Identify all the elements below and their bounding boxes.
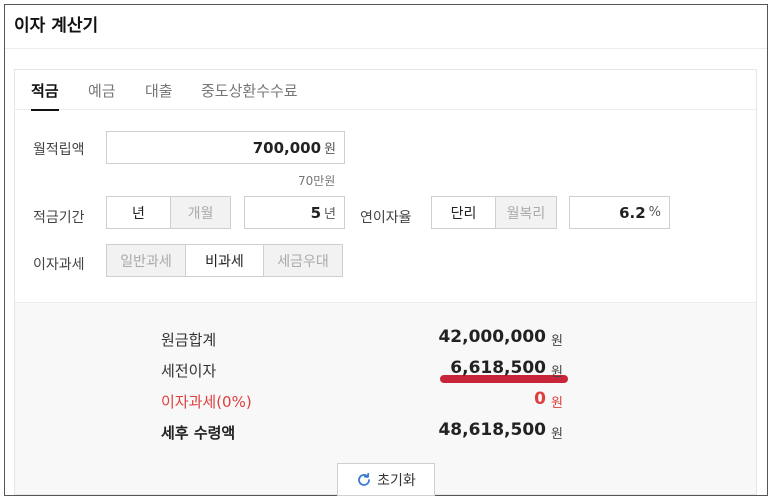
net-amount-label: 세후 수령액 [161, 424, 236, 442]
rate-option-simple[interactable]: 단리 [432, 197, 495, 228]
calculator-window: 이자 계산기 적금 예금 대출 중도상환수수료 월적립액 700,000 원 7… [4, 4, 768, 496]
monthly-deposit-input[interactable]: 700,000 원 [106, 131, 345, 164]
net-amount-unit: 원 [551, 427, 563, 442]
app-title: 이자 계산기 [14, 16, 99, 36]
tax-type-toggle: 일반과세 비과세 세금우대 [106, 244, 343, 277]
interest-tax-value: 0 [534, 389, 546, 409]
principal-total-label: 원금합계 [161, 331, 217, 349]
pretax-interest-value: 6,618,500 [450, 358, 546, 378]
rate-option-monthly-compound[interactable]: 월복리 [495, 197, 556, 228]
monthly-deposit-hint: 70만원 [298, 174, 336, 188]
period-unit-toggle: 년 개월 [106, 196, 231, 229]
tab-bar: 적금 예금 대출 중도상환수수료 [15, 70, 756, 111]
tab-loan[interactable]: 대출 [145, 80, 173, 109]
period-option-month[interactable]: 개월 [170, 197, 230, 228]
rate-value: 6.2 [619, 203, 646, 222]
refresh-icon [358, 472, 371, 486]
result-panel: 원금합계 42,000,000 원 세전이자 6,618,500 원 이자과세(… [15, 302, 756, 496]
tab-deposit[interactable]: 예금 [88, 80, 116, 109]
calculator-card: 적금 예금 대출 중도상환수수료 월적립액 700,000 원 70만원 적금기… [14, 69, 757, 496]
net-amount-value: 48,618,500 [438, 420, 546, 440]
pretax-interest-unit: 원 [551, 365, 563, 380]
principal-total-unit: 원 [551, 334, 563, 349]
title-divider [5, 48, 767, 49]
period-option-year[interactable]: 년 [107, 197, 170, 228]
reset-button[interactable]: 초기화 [337, 463, 435, 496]
monthly-deposit-value: 700,000 [252, 138, 322, 157]
monthly-deposit-unit: 원 [324, 142, 336, 157]
tax-label: 이자과세 [33, 257, 85, 273]
tax-option-exempt[interactable]: 비과세 [185, 245, 263, 276]
rate-input[interactable]: 6.2 % [569, 196, 670, 229]
rate-unit: % [648, 205, 661, 220]
rate-label: 연이자율 [360, 210, 412, 226]
principal-total-value: 42,000,000 [438, 327, 546, 347]
tax-option-preferential[interactable]: 세금우대 [263, 245, 342, 276]
tab-savings[interactable]: 적금 [31, 80, 59, 111]
tab-prepayment-fee[interactable]: 중도상환수수료 [201, 80, 298, 109]
period-value: 5 [310, 203, 322, 222]
period-unit: 년 [324, 207, 336, 222]
monthly-deposit-label: 월적립액 [33, 142, 85, 158]
pretax-interest-label: 세전이자 [161, 362, 217, 380]
tax-option-general[interactable]: 일반과세 [107, 245, 185, 276]
period-label: 적금기간 [33, 210, 85, 226]
period-input[interactable]: 5 년 [244, 196, 345, 229]
interest-tax-unit: 원 [551, 396, 563, 411]
rate-type-toggle: 단리 월복리 [431, 196, 557, 229]
reset-label: 초기화 [377, 472, 416, 489]
interest-tax-label: 이자과세(0%) [161, 393, 252, 411]
